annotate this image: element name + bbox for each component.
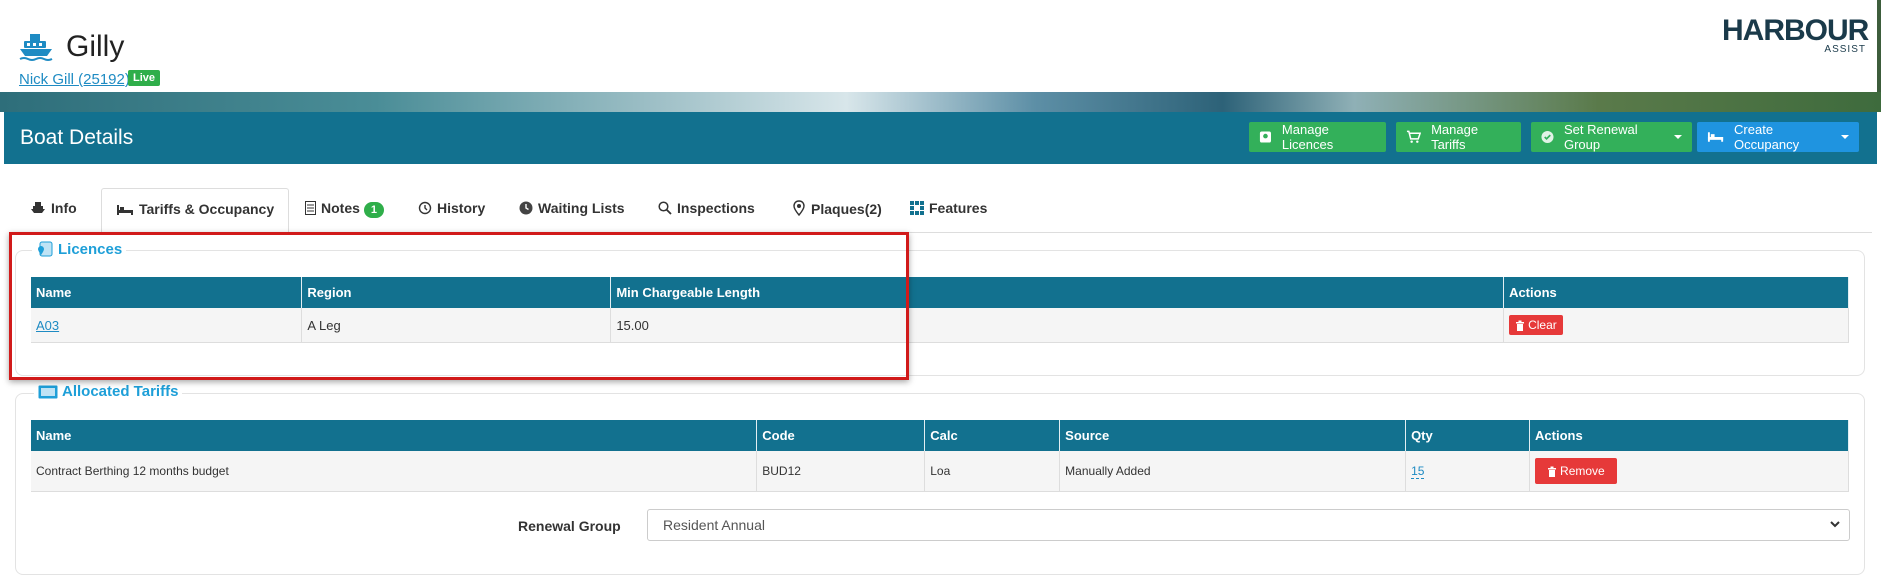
trash-icon — [1548, 466, 1557, 477]
renewal-group-value: Resident Annual — [663, 517, 765, 533]
manage-tariffs-button[interactable]: Manage Tariffs — [1396, 122, 1521, 152]
tab-tariffs-occupancy-label: Tariffs & Occupancy — [139, 201, 275, 217]
tariff-code-cell: BUD12 — [756, 451, 926, 492]
logo-sub-text: ASSIST — [1824, 44, 1866, 55]
chevron-down-icon — [1674, 135, 1682, 139]
column-header-source: Source — [1059, 420, 1407, 451]
column-header-name: Name — [31, 420, 758, 451]
header-white-area — [4, 0, 1877, 92]
licence-name-link[interactable]: A03 — [36, 318, 59, 333]
manage-tariffs-label: Manage Tariffs — [1431, 122, 1479, 152]
column-header-qty: Qty — [1405, 420, 1531, 451]
table-row: Contract Berthing 12 months budget BUD12… — [31, 451, 1849, 492]
licence-name-cell: A03 — [31, 308, 303, 343]
table-row: A03 A Leg 15.00 Clear — [31, 308, 1849, 343]
licences-legend-text: Licences — [58, 240, 123, 258]
notes-count-badge: 1 — [363, 202, 385, 218]
tab-tariffs-occupancy[interactable]: Tariffs & Occupancy — [101, 188, 290, 233]
tariff-source-cell: Manually Added — [1059, 451, 1407, 492]
harbour-assist-logo: HARBOUR ASSIST — [1722, 14, 1869, 58]
check-circle-icon — [1541, 130, 1554, 144]
column-header-calc: Calc — [924, 420, 1061, 451]
tariffs-table: Name Code Calc Source Qty Actions Contra… — [31, 420, 1849, 492]
licence-icon — [1259, 131, 1271, 143]
create-occupancy-button[interactable]: Create Occupancy — [1697, 122, 1859, 152]
clock-icon — [519, 201, 533, 215]
manage-licences-label: Manage Licences — [1281, 122, 1334, 152]
tab-history[interactable]: History — [404, 188, 499, 232]
table-header-row: Name Code Calc Source Qty Actions — [31, 420, 1849, 451]
owner-link[interactable]: Nick Gill (25192) — [19, 71, 130, 88]
status-badge: Live — [128, 70, 161, 86]
tariff-name-cell: Contract Berthing 12 months budget — [31, 451, 758, 492]
tab-plaques[interactable]: Plaques(2) — [778, 188, 896, 232]
cart-icon — [1406, 130, 1422, 143]
column-header-region: Region — [301, 277, 612, 308]
licence-icon — [38, 241, 53, 257]
table-header-row: Name Region Min Chargeable Length Action… — [31, 277, 1849, 308]
boat-icon — [19, 34, 53, 61]
remove-button[interactable]: Remove — [1535, 458, 1617, 484]
header-banner: Gilly Nick Gill (25192) Live HARBOUR ASS… — [0, 0, 1881, 112]
tariff-actions-cell: Remove — [1529, 451, 1849, 492]
trash-icon — [1516, 320, 1525, 331]
licences-table: Name Region Min Chargeable Length Action… — [31, 277, 1849, 343]
tab-notes[interactable]: Notes 1 — [291, 188, 398, 232]
tab-bar: Info Tariffs & Occupancy Notes 1 History … — [16, 188, 1872, 233]
tab-inspections[interactable]: Inspections — [644, 188, 769, 232]
search-icon — [658, 201, 672, 215]
boat-name: Gilly — [66, 30, 125, 63]
boat-icon — [31, 202, 45, 213]
column-header-actions: Actions — [1503, 277, 1849, 308]
licences-legend: Licences — [32, 240, 127, 258]
set-renewal-group-label: Set Renewal Group — [1563, 122, 1638, 152]
tab-info[interactable]: Info — [16, 188, 91, 232]
tab-history-label: History — [437, 200, 486, 216]
column-header-name: Name — [31, 277, 303, 308]
logo-main-text: HARBOUR — [1722, 14, 1869, 47]
tab-features[interactable]: Features — [896, 188, 1001, 232]
licence-region-cell: A Leg — [301, 308, 612, 343]
qty-editable-link[interactable]: 15 — [1411, 464, 1425, 479]
tab-info-label: Info — [51, 200, 77, 216]
allocated-tariffs-legend: Allocated Tariffs — [34, 383, 183, 400]
clear-button-label: Clear — [1528, 318, 1557, 332]
document-icon — [305, 201, 316, 215]
panel-heading: Boat Details Manage Licences Manage Tari… — [4, 112, 1877, 164]
renewal-group-select[interactable]: Resident Annual — [647, 509, 1850, 541]
allocated-tariffs-legend-text: Allocated Tariffs — [62, 383, 179, 400]
tariff-calc-cell: Loa — [924, 451, 1061, 492]
tab-features-label: Features — [929, 200, 988, 216]
id-card-icon — [38, 385, 58, 398]
create-occupancy-label: Create Occupancy — [1734, 122, 1800, 152]
chevron-down-icon — [1830, 521, 1840, 528]
tab-waiting-lists[interactable]: Waiting Lists — [505, 188, 639, 232]
column-header-actions: Actions — [1529, 420, 1849, 451]
history-icon — [418, 201, 432, 215]
tab-waiting-lists-label: Waiting Lists — [538, 200, 625, 216]
grid-icon — [910, 201, 924, 215]
panel-title: Boat Details — [20, 126, 134, 149]
harbour-photo-strip — [0, 92, 1881, 112]
column-header-min-length: Min Chargeable Length — [610, 277, 1505, 308]
renewal-group-label: Renewal Group — [518, 518, 621, 534]
remove-button-label: Remove — [1560, 464, 1605, 478]
tab-notes-label: Notes — [321, 200, 360, 216]
tab-inspections-label: Inspections — [677, 200, 755, 216]
tariff-qty-cell: 15 — [1405, 451, 1531, 492]
bed-icon — [1707, 132, 1724, 142]
bed-icon — [117, 205, 133, 215]
column-header-code: Code — [756, 420, 926, 451]
manage-licences-button[interactable]: Manage Licences — [1249, 122, 1386, 152]
licence-min-length-cell: 15.00 — [610, 308, 1505, 343]
licence-actions-cell: Clear — [1503, 308, 1849, 343]
clear-button[interactable]: Clear — [1509, 315, 1563, 335]
chevron-down-icon — [1841, 135, 1849, 139]
tab-plaques-label: Plaques(2) — [811, 201, 882, 217]
map-pin-icon — [793, 200, 805, 216]
set-renewal-group-button[interactable]: Set Renewal Group — [1531, 122, 1692, 152]
